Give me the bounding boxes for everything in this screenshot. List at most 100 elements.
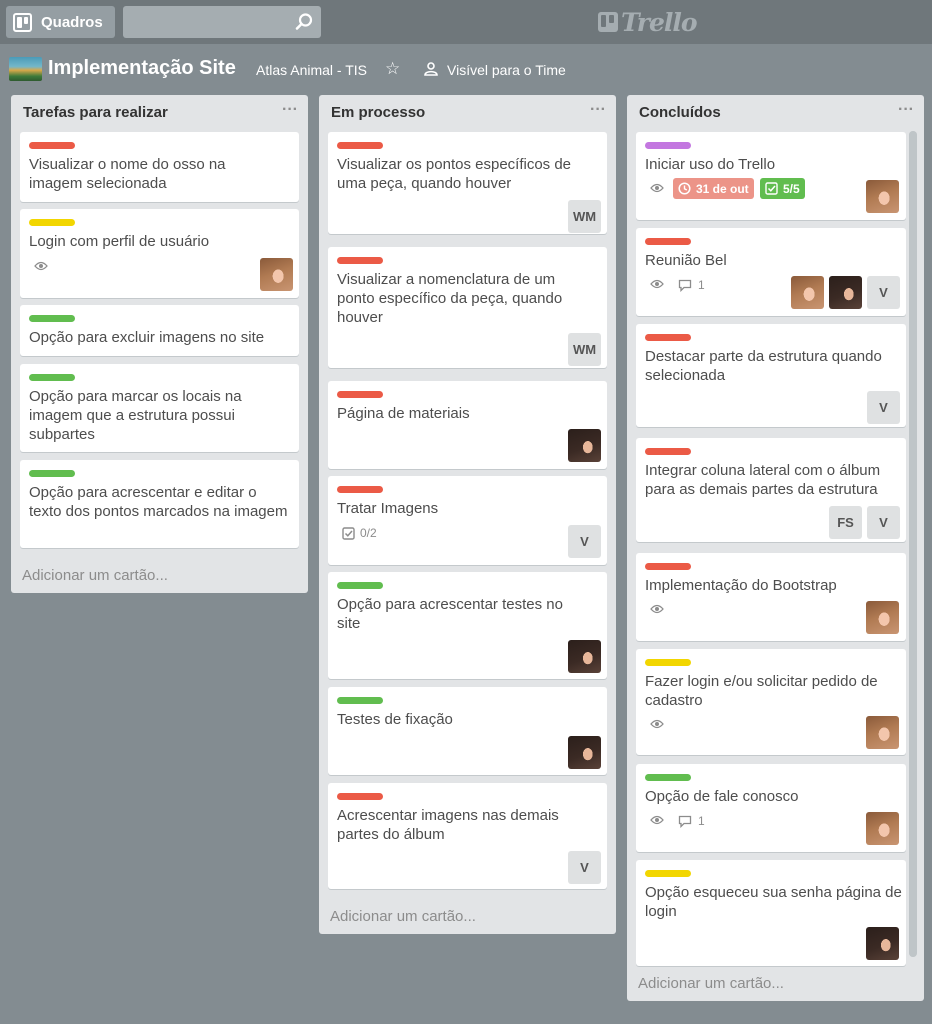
card-title: Iniciar uso do Trello — [645, 156, 776, 173]
comments-count: 1 — [698, 278, 705, 292]
checklist-icon — [342, 526, 355, 540]
card-label-purple — [645, 142, 691, 149]
member-avatar[interactable] — [568, 736, 601, 769]
eye-icon — [650, 604, 664, 614]
member-initials[interactable]: V — [867, 506, 900, 539]
checklist-icon — [765, 182, 778, 195]
member-avatar[interactable] — [791, 276, 824, 309]
member-avatar[interactable] — [866, 927, 899, 960]
top-header: Quadros Trello — [0, 0, 932, 44]
list-em-processo: Em processo ··· Visualizar os pontos esp… — [319, 95, 616, 934]
add-card-link[interactable]: Adicionar um cartão... — [638, 975, 784, 992]
comments-count: 1 — [698, 814, 705, 828]
board-header: Implementação Site Atlas Animal - TIS ☆ … — [0, 48, 932, 92]
comment-icon — [678, 815, 692, 828]
list-menu-icon[interactable]: ··· — [282, 101, 298, 119]
member-initials[interactable]: WM — [568, 200, 601, 233]
comment-icon — [678, 279, 692, 292]
checklist-count: 0/2 — [360, 526, 377, 540]
card-label-red — [645, 238, 691, 245]
card-label-red — [337, 486, 383, 493]
member-initials[interactable]: V — [867, 276, 900, 309]
watch-badge — [34, 260, 48, 272]
card-label-yellow — [645, 659, 691, 666]
member-avatar[interactable] — [568, 640, 601, 673]
card-label-red — [337, 793, 383, 800]
card[interactable]: Login com perfil de usuário — [20, 209, 299, 298]
card-title: Fazer login e/ou solicitar pedido de cad… — [645, 673, 878, 709]
list-title[interactable]: Concluídos — [639, 104, 721, 121]
card[interactable]: Opção esqueceu sua senha página de login — [636, 860, 906, 966]
member-avatar[interactable] — [866, 716, 899, 749]
member-avatar[interactable] — [866, 812, 899, 845]
card-title: Reunião Bel — [645, 252, 727, 269]
board-thumbnail — [9, 57, 42, 81]
list-concluidos: Concluídos ··· Iniciar uso do Trello 31 … — [627, 95, 924, 1001]
card-label-green — [29, 374, 75, 381]
card[interactable]: Tratar Imagens 0/2 V — [328, 476, 607, 565]
card[interactable]: Destacar parte da estrutura quando selec… — [636, 324, 906, 427]
card[interactable]: Opção para acrescentar e editar o texto … — [20, 460, 299, 548]
card-title: Página de materiais — [337, 405, 470, 422]
comments-badge: 1 — [678, 278, 705, 292]
add-card-link[interactable]: Adicionar um cartão... — [22, 567, 168, 584]
card-label-red — [645, 334, 691, 341]
due-date-badge[interactable]: 31 de out — [673, 178, 754, 199]
boards-button-label: Quadros — [41, 13, 103, 31]
card[interactable]: Iniciar uso do Trello 31 de out 5/5 — [636, 132, 906, 220]
trello-logo[interactable]: Trello — [598, 8, 698, 37]
member-initials[interactable]: V — [568, 851, 601, 884]
member-avatar[interactable] — [260, 258, 293, 291]
card[interactable]: Integrar coluna lateral com o álbum para… — [636, 438, 906, 542]
member-initials[interactable]: V — [867, 391, 900, 424]
card[interactable]: Testes de fixação — [328, 687, 607, 775]
card[interactable]: Opção para marcar os locais na imagem qu… — [20, 364, 299, 452]
list-scrollbar[interactable] — [909, 131, 917, 957]
card[interactable]: Acrescentar imagens nas demais partes do… — [328, 783, 607, 889]
card[interactable]: Implementação do Bootstrap — [636, 553, 906, 641]
card[interactable]: Visualizar a nomenclatura de um ponto es… — [328, 247, 607, 368]
team-visibility-icon[interactable] — [423, 61, 439, 77]
member-initials[interactable]: FS — [829, 506, 862, 539]
add-card-link[interactable]: Adicionar um cartão... — [330, 908, 476, 925]
list-title[interactable]: Em processo — [331, 104, 425, 121]
card-label-green — [337, 582, 383, 589]
list-menu-icon[interactable]: ··· — [590, 101, 606, 119]
card-label-green — [337, 697, 383, 704]
member-avatar[interactable] — [866, 601, 899, 634]
card-title: Integrar coluna lateral com o álbum para… — [645, 462, 881, 498]
scrollbar-thumb[interactable] — [909, 131, 917, 957]
board-team-name[interactable]: Atlas Animal - TIS — [256, 62, 367, 78]
card[interactable]: Reunião Bel 1 V — [636, 228, 906, 316]
boards-button[interactable]: Quadros — [6, 6, 115, 38]
board-title[interactable]: Implementação Site — [48, 57, 236, 80]
card[interactable]: Opção de fale conosco 1 — [636, 764, 906, 852]
watch-badge — [650, 182, 664, 194]
member-initials[interactable]: V — [568, 525, 601, 558]
member-avatar[interactable] — [866, 180, 899, 213]
card[interactable]: Página de materiais — [328, 381, 607, 469]
search-icon[interactable] — [294, 12, 314, 32]
card[interactable]: Fazer login e/ou solicitar pedido de cad… — [636, 649, 906, 755]
checklist-badge: 5/5 — [760, 178, 805, 199]
card-label-red — [29, 142, 75, 149]
due-date-text: 31 de out — [696, 181, 749, 196]
card-title: Opção para acrescentar testes no site — [337, 596, 563, 632]
member-avatar[interactable] — [829, 276, 862, 309]
list-title[interactable]: Tarefas para realizar — [23, 104, 168, 121]
card[interactable]: Visualizar os pontos específicos de uma … — [328, 132, 607, 234]
member-initials[interactable]: WM — [568, 333, 601, 366]
list-menu-icon[interactable]: ··· — [898, 101, 914, 119]
search-input[interactable] — [123, 6, 321, 38]
card-title: Opção esqueceu sua senha página de login — [645, 884, 902, 920]
visibility-label[interactable]: Visível para o Time — [447, 62, 566, 78]
comments-badge: 1 — [678, 814, 705, 828]
card[interactable]: Opção para acrescentar testes no site — [328, 572, 607, 679]
card-title: Testes de fixação — [337, 711, 453, 728]
card[interactable]: Opção para excluir imagens no site — [20, 305, 299, 356]
card-label-red — [337, 142, 383, 149]
search-box[interactable] — [123, 6, 321, 38]
member-avatar[interactable] — [568, 429, 601, 462]
star-icon[interactable]: ☆ — [385, 60, 401, 78]
card[interactable]: Visualizar o nome do osso na imagem sele… — [20, 132, 299, 202]
